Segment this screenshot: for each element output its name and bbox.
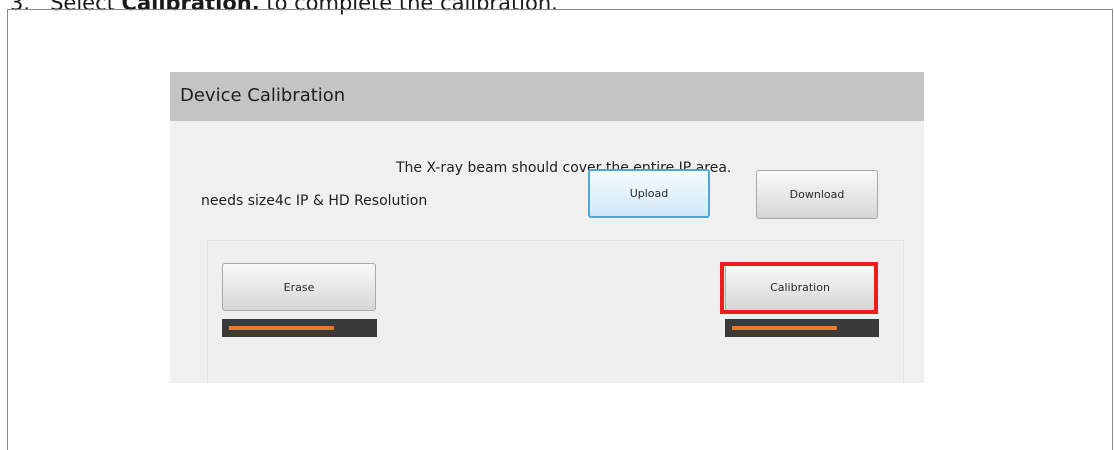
erase-button-label: Erase	[283, 280, 315, 294]
erase-progress-fill	[229, 326, 334, 330]
dialog-header: Device Calibration	[170, 72, 924, 121]
upload-button-label: Upload	[629, 187, 669, 200]
calibration-button-label: Calibration	[770, 280, 830, 294]
calibration-progress-fill	[732, 326, 837, 330]
download-button[interactable]: Download	[756, 170, 878, 219]
upload-button[interactable]: Upload	[588, 169, 710, 218]
calibration-button[interactable]: Calibration	[725, 263, 875, 311]
download-button-label: Download	[789, 188, 845, 201]
dialog-title: Device Calibration	[180, 85, 346, 106]
calibration-panel	[207, 240, 904, 383]
requirement-text: needs size4c IP & HD Resolution	[201, 193, 428, 209]
erase-button[interactable]: Erase	[222, 263, 376, 311]
calibration-progress-bar	[725, 319, 879, 337]
device-calibration-dialog: Device Calibration The X-ray beam should…	[170, 72, 924, 383]
erase-progress-bar	[222, 319, 377, 337]
